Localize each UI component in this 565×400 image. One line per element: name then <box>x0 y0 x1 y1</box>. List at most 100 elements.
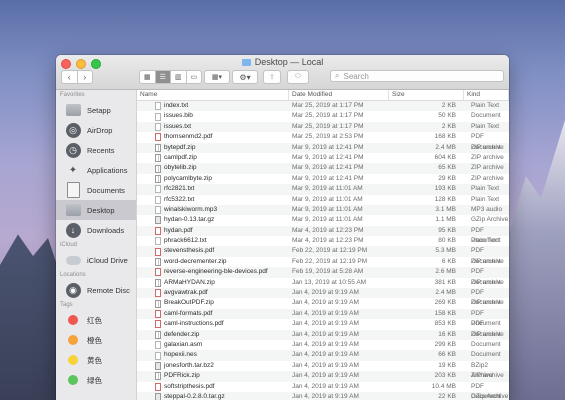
file-row[interactable]: word-decrementer.zip Feb 22, 2019 at 12:1… <box>137 257 509 267</box>
column-size[interactable]: Size <box>389 90 464 100</box>
file-size: 22 KB <box>438 392 456 400</box>
file-row[interactable]: rfc2821.txt Mar 9, 2019 at 11:01 AM 193 KB… <box>137 184 509 195</box>
file-name-cell: issues.txt <box>137 122 289 132</box>
file-txt-icon <box>155 237 161 246</box>
file-row[interactable]: defender.zip Jan 4, 2019 at 9:19 AM 16 KB Z… <box>137 329 509 340</box>
file-kind: PDF Document <box>471 289 501 307</box>
file-txt-icon <box>155 351 161 360</box>
folder-icon <box>65 102 81 118</box>
sidebar-item-recents[interactable]: ◷ Recents <box>56 140 136 160</box>
list-view-button[interactable]: ☰ <box>154 71 170 83</box>
tag-dot-icon <box>68 375 78 385</box>
sidebar-tag-yellow[interactable]: 黄色 <box>56 350 136 370</box>
file-kind: ZIP archive <box>471 143 504 151</box>
file-kind: ZIP archive <box>471 330 504 338</box>
file-date: Jan 4, 2019 at 9:19 AM <box>292 340 359 348</box>
sidebar-item-setapp[interactable]: Setapp <box>56 100 136 120</box>
file-name-cell: galaxian.asm <box>137 340 289 350</box>
file-row[interactable]: hydan-0.13.tar.gz Mar 9, 2019 at 11:01 AM… <box>137 215 509 225</box>
file-row[interactable]: phrack6612.txt Mar 4, 2019 at 12:23 PM 80 … <box>137 236 509 246</box>
column-kind[interactable]: Kind <box>464 90 509 100</box>
file-name: hydan.pdf <box>164 226 193 234</box>
file-row[interactable]: obytelib.zip Mar 9, 2019 at 12:41 PM 65 KB… <box>137 163 509 174</box>
file-kind: PDF Document <box>471 268 501 286</box>
sidebar-item-desktop[interactable]: Desktop <box>56 200 136 220</box>
icon-view-button[interactable]: ▦ <box>140 71 155 83</box>
file-date: Mar 25, 2019 at 2:53 PM <box>292 133 364 141</box>
file-size: 29 KB <box>438 174 456 182</box>
file-pdf-icon <box>155 133 161 142</box>
file-size: 269 KB <box>434 299 456 307</box>
sidebar-tag-green[interactable]: 绿色 <box>56 370 136 390</box>
sidebar-item-airdrop[interactable]: ◎ AirDrop <box>56 120 136 140</box>
file-name: BreakOutPDF.zip <box>164 299 214 307</box>
file-size: 2.4 MB <box>435 289 456 297</box>
file-date: Jan 4, 2019 at 9:19 AM <box>292 392 359 400</box>
file-row[interactable]: reverse-engineering-ble-devices.pdf Feb 1… <box>137 267 509 286</box>
action-gear-button[interactable]: ⚙▾ <box>232 70 258 84</box>
file-row[interactable]: jonesforth.tar.bz2 Jan 4, 2019 at 9:19 AM… <box>137 361 509 379</box>
file-row[interactable]: hopexii.nes Jan 4, 2019 at 9:19 AM 66 KB Do… <box>137 350 509 361</box>
share-button[interactable]: ⇪ <box>263 70 281 84</box>
gallery-view-button[interactable]: ▭ <box>185 71 202 83</box>
file-row[interactable]: avgvawtrak.pdf Jan 4, 2019 at 9:19 AM 2.4 … <box>137 288 509 307</box>
sidebar-item-documents[interactable]: Documents <box>56 180 136 200</box>
sidebar-item-downloads[interactable]: ↓ Downloads <box>56 220 136 240</box>
file-row[interactable]: rfc5322.txt Mar 9, 2019 at 11:01 AM 128 KB… <box>137 195 509 205</box>
file-name: thomsenmd2.pdf <box>164 133 213 141</box>
file-kind: PDF Document <box>471 133 501 151</box>
file-kind: GZip Archive <box>471 216 509 224</box>
file-zip-icon <box>155 154 161 163</box>
file-row[interactable]: bytepdf.zip Mar 9, 2019 at 12:41 PM 2.4 MB… <box>137 142 509 153</box>
sidebar-item-icloud-drive[interactable]: iCloud Drive <box>56 250 136 270</box>
file-txt-icon <box>155 195 161 204</box>
file-name-cell: hydan.pdf <box>137 226 289 236</box>
back-button[interactable]: ‹ <box>62 71 77 83</box>
file-name-cell: steppal-0.2.8.0.tar.gz <box>137 392 289 400</box>
file-row[interactable]: polycamlbyte.zip Mar 9, 2019 at 12:41 PM 2… <box>137 174 509 184</box>
file-row[interactable]: softstripthesis.pdf Jan 4, 2019 at 9:19 A… <box>137 382 509 400</box>
file-row[interactable]: caml-instructions.pdf Jan 4, 2019 at 9:19… <box>137 319 509 338</box>
sidebar-item-remote-disc[interactable]: ◉ Remote Disc <box>56 280 136 300</box>
file-size: 65 KB <box>438 164 456 172</box>
disc-icon: ◉ <box>65 282 81 298</box>
file-zip-icon <box>155 330 161 339</box>
file-row[interactable]: galaxian.asm Jan 4, 2019 at 9:19 AM 299 KB… <box>137 340 509 350</box>
file-name: defender.zip <box>164 330 200 338</box>
file-size: 2 KB <box>441 102 456 109</box>
file-row[interactable]: issues.txt Mar 25, 2019 at 1:17 PM 2 KB Pla… <box>137 121 509 133</box>
column-name[interactable]: Name <box>137 90 289 100</box>
file-row[interactable]: thomsenmd2.pdf Mar 25, 2019 at 2:53 PM 168… <box>137 132 509 151</box>
file-row[interactable]: steppal-0.2.8.0.tar.gz Jan 4, 2019 at 9:1… <box>137 391 509 400</box>
cloud-icon <box>65 252 81 268</box>
file-name-cell: rfc2821.txt <box>137 184 289 194</box>
forward-button[interactable]: › <box>76 71 93 83</box>
file-name-cell: BreakOutPDF.zip <box>137 298 289 308</box>
wallpaper-mountain-left <box>0 234 60 400</box>
window-title: Desktop — Local <box>56 57 509 67</box>
file-name-cell: caml-instructions.pdf <box>137 319 289 329</box>
sidebar-tag-red[interactable]: 红色 <box>56 310 136 330</box>
file-kind: Plain Text <box>471 122 500 130</box>
column-view-button[interactable]: ▥ <box>170 71 186 83</box>
arrange-button[interactable]: ▦▾ <box>204 70 230 84</box>
file-row[interactable]: index.txt Mar 25, 2019 at 1:17 PM 2 KB Plai… <box>137 101 509 112</box>
file-row[interactable]: caml-formats.pdf Jan 4, 2019 at 9:19 AM 15… <box>137 308 509 327</box>
file-row[interactable]: issues.bib Mar 25, 2019 at 1:17 PM 50 KB Do… <box>137 111 509 121</box>
sidebar-item-applications[interactable]: ✦ Applications <box>56 160 136 180</box>
file-row[interactable]: stevensthesis.pdf Feb 22, 2019 at 12:19 P… <box>137 246 509 265</box>
file-row[interactable]: hydan.pdf Mar 4, 2019 at 12:23 PM 95 KB PDF… <box>137 225 509 244</box>
file-size: 2 KB <box>441 122 456 130</box>
sidebar-tag-orange[interactable]: 橙色 <box>56 330 136 350</box>
tag-button[interactable]: ⬭ <box>287 70 309 84</box>
file-row[interactable]: camlpdf.zip Mar 9, 2019 at 12:41 PM 604 KB… <box>137 153 509 163</box>
tag-dot-icon <box>68 355 78 365</box>
search-input[interactable]: ⌕ Search <box>330 70 504 82</box>
file-row[interactable]: ARMaHYDAN.zip Jan 13, 2019 at 10:55 AM 381… <box>137 278 509 288</box>
file-row[interactable]: BreakOutPDF.zip Jan 4, 2019 at 9:19 AM 269… <box>137 298 509 308</box>
clock-icon: ◷ <box>65 142 81 158</box>
column-date-modified[interactable]: Date Modified <box>289 90 389 100</box>
file-row[interactable]: PDFRick.zip Jan 4, 2019 at 9:19 AM 203 KB Z… <box>137 371 509 382</box>
file-row[interactable]: winalskiworm.mp3 Mar 9, 2019 at 11:01 AM 3… <box>137 204 509 216</box>
tag-dot-icon <box>68 335 78 345</box>
